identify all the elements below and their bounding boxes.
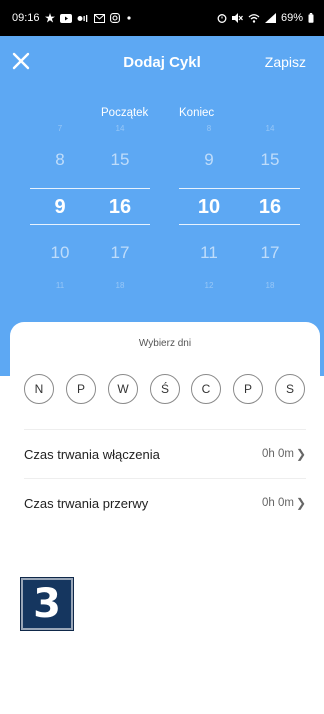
volte-icon [77,14,87,22]
wheel-item-selected[interactable]: 10 [189,196,229,219]
battery-level: 69% [280,12,303,24]
wheel-item[interactable]: 11 [189,243,229,263]
divider [24,429,306,430]
mail-icon [93,13,105,23]
on-duration-row[interactable]: Czas trwania włączenia 0h 0m ❯ [24,440,306,468]
wheel-item[interactable]: 11 [40,281,80,290]
status-time: 09:16 [12,12,40,24]
alarm-icon [217,14,227,23]
start-selection-line-bottom [30,224,150,225]
wheel-item[interactable]: 14 [250,124,290,133]
pause-duration-row[interactable]: Czas trwania przerwy 0h 0m ❯ [24,489,306,517]
end-label: Koniec [179,107,215,119]
wheel-item[interactable]: 15 [100,150,140,170]
wheel-item[interactable]: 17 [100,243,140,263]
pause-duration-value: 0h 0m [261,497,294,509]
chevron-right-icon: ❯ [295,447,306,461]
end-selection-line-top [179,188,300,189]
on-duration-value: 0h 0m [261,448,294,460]
sheet-title: Wybierz dni [138,338,192,349]
wifi-icon [248,14,260,23]
wheel-item-selected[interactable]: 9 [40,196,80,219]
on-duration-label: Czas trwania włączenia [24,446,160,462]
day-wednesday[interactable]: W [108,374,138,404]
end-selection-line-bottom [179,224,300,225]
wheel-item[interactable]: 17 [250,243,290,263]
start-label: Początek [101,107,149,119]
day-saturday[interactable]: S [275,374,305,404]
mute-icon [231,13,243,23]
save-button[interactable]: Zapisz [265,54,306,70]
signal-icon [264,13,276,23]
divider [24,478,306,479]
wheel-item[interactable]: 15 [250,150,290,170]
wheel-item[interactable]: 18 [250,281,290,290]
battery-icon [308,13,314,23]
chevron-right-icon: ❯ [295,496,306,510]
day-sunday[interactable]: N [24,374,54,404]
day-friday[interactable]: P [233,374,263,404]
wheel-item[interactable]: 10 [40,243,80,263]
video-icon [59,13,72,23]
wheel-item[interactable]: 8 [189,124,229,133]
day-thursday-c[interactable]: C [191,374,221,404]
wheel-item[interactable]: 8 [40,150,80,170]
number-badge: 3 [20,577,74,631]
wheel-item-selected[interactable]: 16 [100,196,140,219]
wheel-item-selected[interactable]: 16 [250,196,290,219]
day-thursday[interactable]: Ś [150,374,180,404]
day-monday[interactable]: P [66,374,96,404]
wheel-item[interactable]: 14 [100,124,140,133]
wheel-item[interactable]: 7 [40,124,80,133]
wheel-item[interactable]: 18 [100,281,140,290]
pause-duration-label: Czas trwania przerwy [24,495,149,511]
wheel-item[interactable]: 9 [189,150,229,170]
dot-icon [126,16,131,20]
status-bar: 09:16 69% [0,0,324,36]
start-selection-line-top [30,188,150,189]
wheel-item[interactable]: 12 [189,281,229,290]
star-icon [44,13,55,23]
instagram-icon [109,13,120,23]
